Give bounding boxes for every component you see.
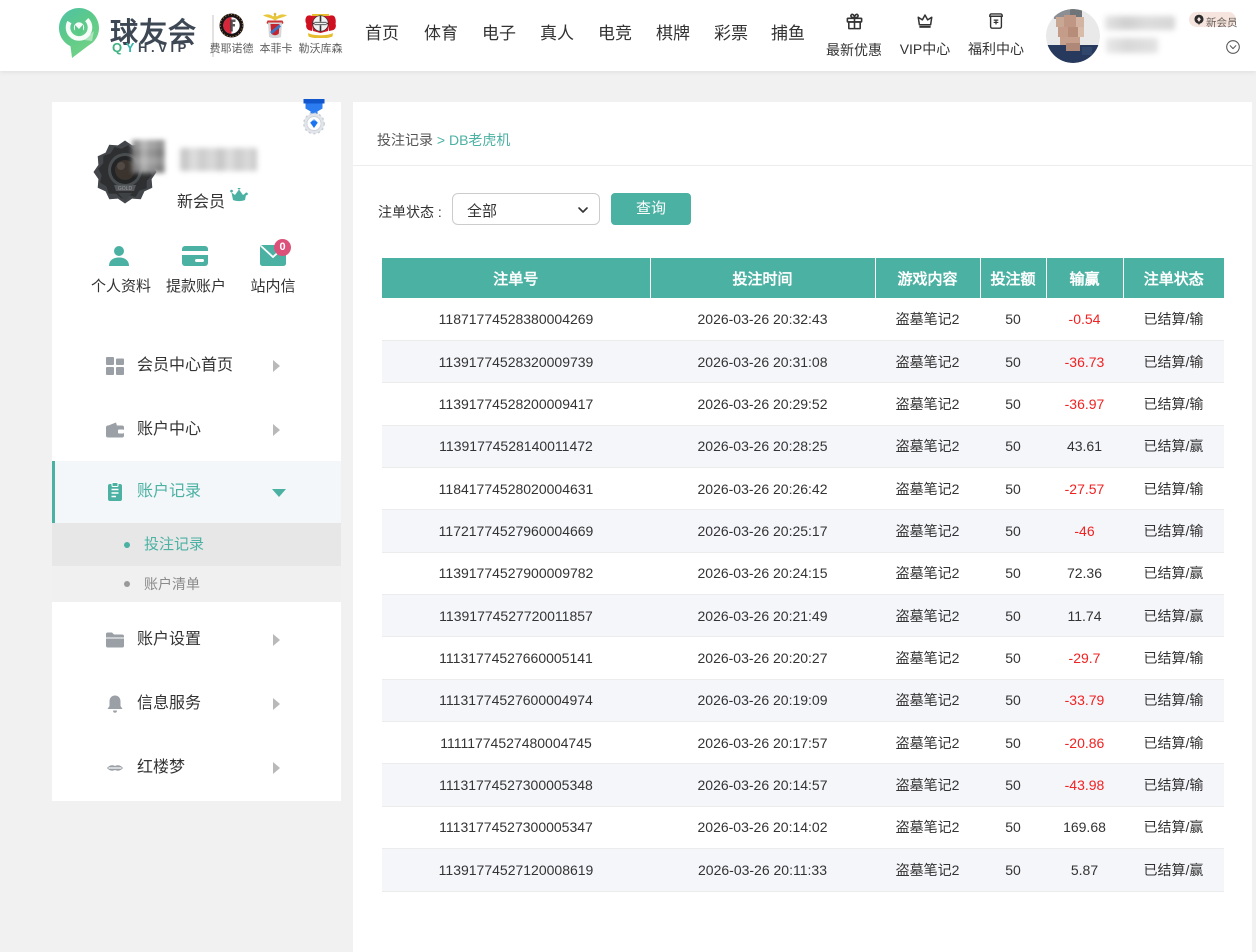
svg-text:GOLD: GOLD bbox=[118, 186, 133, 192]
